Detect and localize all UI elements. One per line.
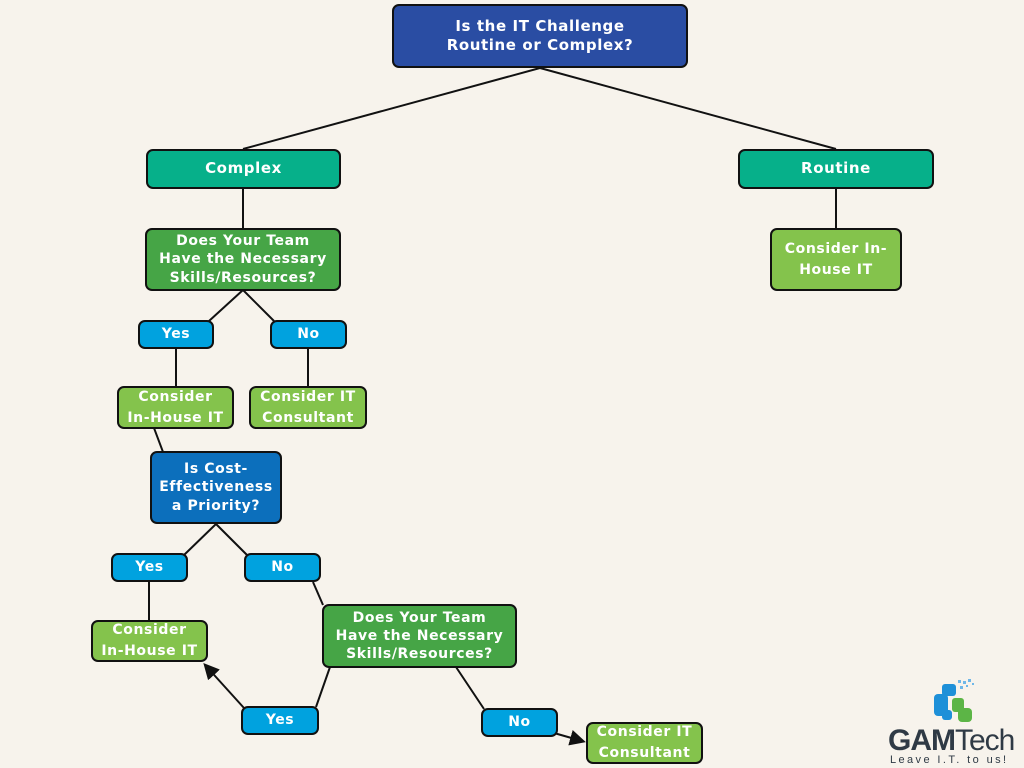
skills2-consultant-result-node: Consider IT Consultant — [586, 722, 703, 764]
edge-cost-yes — [183, 523, 217, 556]
routine-branch-node: Routine — [738, 149, 934, 189]
edge-skills2-yes — [315, 666, 331, 708]
brand-tagline: Leave I.T. to us! — [890, 754, 1009, 766]
edge-cost-no — [215, 523, 248, 556]
inhouse-result-node: Consider In-House IT — [117, 386, 234, 429]
edge-yes-inhouse-arrow — [203, 663, 245, 709]
edge-inhouse-cost — [153, 427, 164, 453]
edge-root-routine — [539, 67, 837, 150]
routine-result-node: Consider In- House IT — [770, 228, 902, 291]
edge-costno-skills2 — [312, 581, 324, 606]
skills2-no-node: No — [481, 708, 558, 737]
complex-branch-node: Complex — [146, 149, 341, 189]
cost-no-node: No — [244, 553, 321, 582]
edge-skills-no — [242, 289, 275, 322]
edge-skills2-no — [455, 666, 485, 710]
skills-question-node: Does Your Team Have the Necessary Skills… — [145, 228, 341, 291]
consultant-result-node: Consider IT Consultant — [249, 386, 367, 429]
skills-yes-node: Yes — [138, 320, 214, 349]
edge-skills-yes — [208, 289, 244, 322]
edge-no-consultant-arrow — [553, 730, 586, 746]
cost-question-node: Is Cost- Effectiveness a Priority? — [150, 451, 282, 524]
skills2-yes-node: Yes — [241, 706, 319, 735]
cost-yes-node: Yes — [111, 553, 188, 582]
skills-no-node: No — [270, 320, 347, 349]
root-question-node: Is the IT Challenge Routine or Complex? — [392, 4, 688, 68]
skills-question-2-node: Does Your Team Have the Necessary Skills… — [322, 604, 517, 668]
edge-root-complex — [242, 67, 541, 150]
brand-wordmark: GAMTech — [888, 724, 1015, 757]
cost-inhouse-result-node: Consider In-House IT — [91, 620, 208, 662]
